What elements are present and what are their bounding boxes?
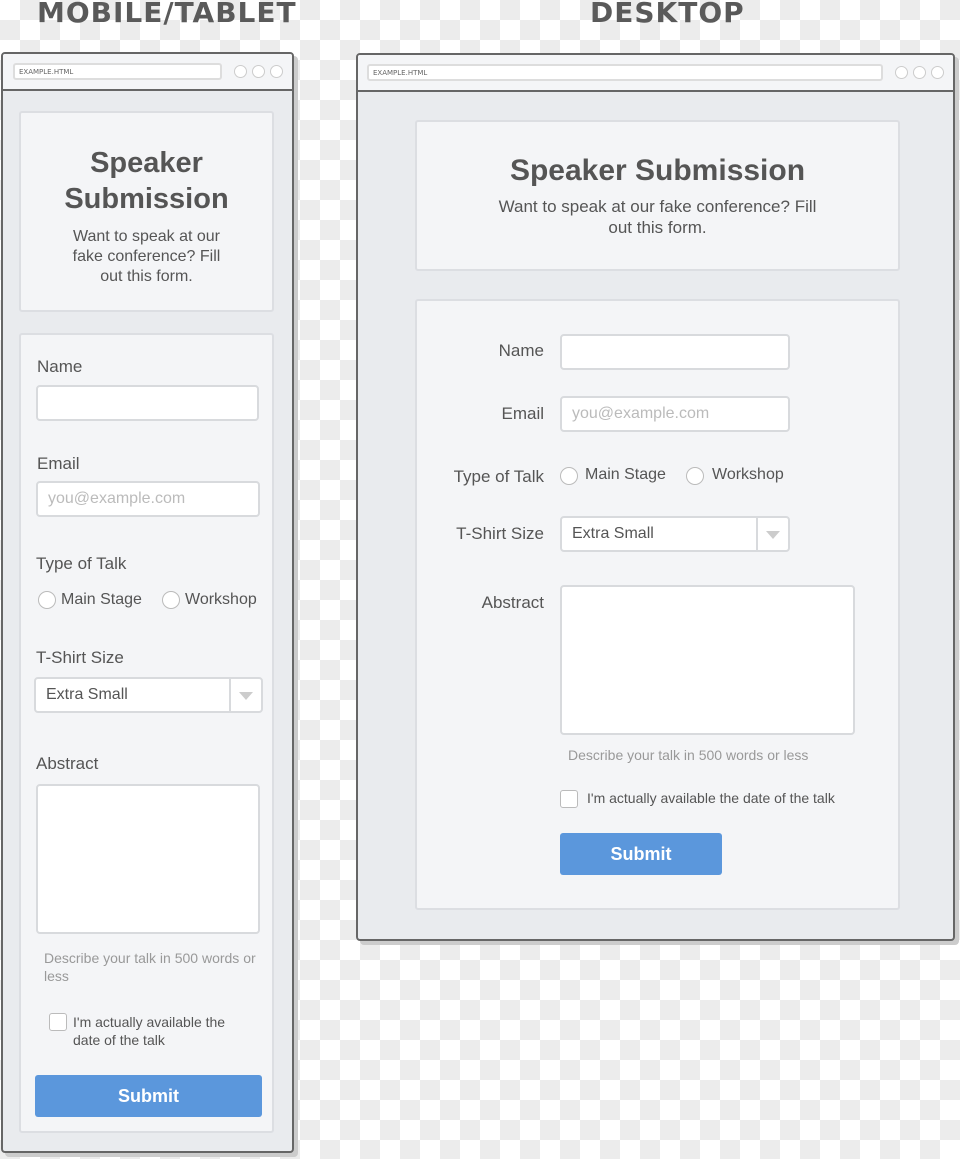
- window-dot-icon[interactable]: [931, 66, 944, 79]
- browser-toolbar: EXAMPLE.HTML: [358, 55, 953, 92]
- header-card: Speaker Submission Want to speak at our f…: [19, 111, 274, 312]
- radio-workshop[interactable]: [686, 467, 704, 485]
- email-input[interactable]: you@example.com: [36, 481, 260, 517]
- shirt-size-label: T-Shirt Size: [456, 524, 544, 543]
- submit-button[interactable]: Submit: [560, 833, 722, 875]
- address-bar[interactable]: EXAMPLE.HTML: [367, 64, 883, 81]
- submit-button[interactable]: Submit: [35, 1075, 262, 1117]
- radio-workshop[interactable]: [162, 591, 180, 609]
- email-input[interactable]: you@example.com: [560, 396, 790, 432]
- header-card: Speaker Submission Want to speak at our …: [415, 120, 900, 271]
- available-label: I'm actually available the date of the t…: [587, 790, 835, 806]
- abstract-help: Describe your talk in 500 words or less: [568, 747, 809, 763]
- desktop-heading: DESKTOP: [590, 0, 745, 29]
- radio-main-stage[interactable]: [560, 467, 578, 485]
- page-subtitle: Want to speak at our fake conference? Fi…: [498, 197, 817, 237]
- window-dot-icon[interactable]: [270, 65, 283, 78]
- available-label: I'm actually available the date of the t…: [73, 1014, 226, 1048]
- chevron-down-icon[interactable]: [229, 679, 261, 711]
- talk-type-label: Type of Talk: [36, 554, 127, 573]
- page-title: Speaker Submission: [64, 147, 229, 215]
- mobile-heading: MOBILE/TABLET: [37, 0, 297, 29]
- shirt-size-value: Extra Small: [572, 525, 654, 542]
- radio-main-stage[interactable]: [38, 591, 56, 609]
- mobile-browser-window: EXAMPLE.HTML Speaker Submission Want to s…: [1, 52, 294, 1153]
- shirt-size-select[interactable]: Extra Small: [560, 516, 790, 552]
- name-input[interactable]: [560, 334, 790, 370]
- email-label: Email: [501, 404, 544, 423]
- desktop-browser-window: EXAMPLE.HTML Speaker Submission Want to …: [356, 53, 955, 941]
- window-dot-icon[interactable]: [913, 66, 926, 79]
- browser-toolbar: EXAMPLE.HTML: [3, 54, 292, 91]
- shirt-size-select[interactable]: Extra Small: [34, 677, 263, 713]
- abstract-textarea[interactable]: [36, 784, 260, 934]
- page-subtitle: Want to speak at our fake conference? Fi…: [72, 228, 221, 285]
- workshop-label: Workshop: [185, 591, 257, 608]
- name-label: Name: [37, 357, 83, 376]
- available-checkbox[interactable]: [49, 1013, 67, 1031]
- main-stage-label: Main Stage: [585, 466, 666, 483]
- workshop-label: Workshop: [712, 466, 784, 483]
- address-bar[interactable]: EXAMPLE.HTML: [13, 63, 222, 80]
- name-input[interactable]: [36, 385, 259, 421]
- email-label: Email: [37, 454, 80, 473]
- name-label: Name: [498, 341, 544, 360]
- window-dot-icon[interactable]: [895, 66, 908, 79]
- chevron-down-icon[interactable]: [756, 518, 788, 550]
- abstract-label: Abstract: [481, 593, 544, 612]
- abstract-help: Describe your talk in 500 words or less: [44, 950, 256, 984]
- shirt-size-value: Extra Small: [46, 686, 128, 703]
- main-stage-label: Main Stage: [61, 591, 142, 608]
- abstract-textarea[interactable]: [560, 585, 855, 735]
- shirt-size-label: T-Shirt Size: [36, 648, 124, 667]
- window-dot-icon[interactable]: [252, 65, 265, 78]
- abstract-label: Abstract: [36, 754, 99, 773]
- available-checkbox[interactable]: [560, 790, 578, 808]
- form-card: Name Email you@example.com Type of Talk …: [415, 299, 900, 910]
- window-dot-icon[interactable]: [234, 65, 247, 78]
- page-title: Speaker Submission: [509, 154, 806, 187]
- form-card: Name Email you@example.com Type of Talk …: [19, 333, 274, 1133]
- talk-type-label: Type of Talk: [453, 467, 544, 486]
